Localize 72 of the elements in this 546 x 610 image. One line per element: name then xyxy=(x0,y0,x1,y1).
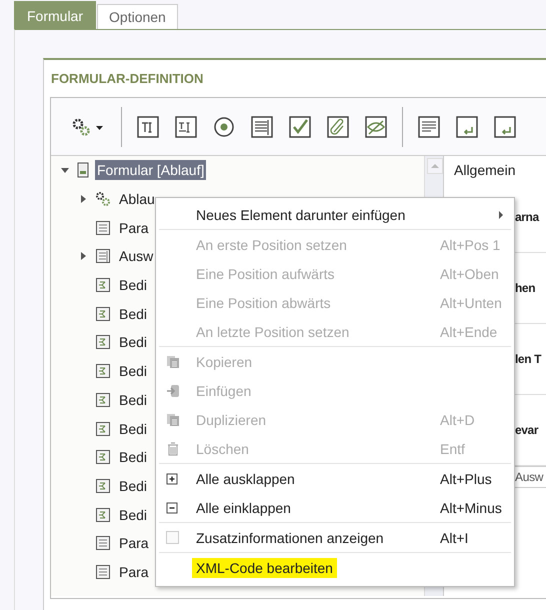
menu-item[interactable]: Neues Element darunter einfügen xyxy=(192,204,410,224)
copy-icon xyxy=(166,412,180,426)
collapse-arrow-icon[interactable] xyxy=(60,165,70,176)
enter-arrow-icon xyxy=(166,384,180,398)
details-tab[interactable]: Allgemein xyxy=(444,156,546,182)
tree-item[interactable]: Bedi xyxy=(117,447,150,468)
table-icon[interactable] xyxy=(250,114,274,138)
tree-item[interactable]: Bedi xyxy=(117,361,150,382)
menu-item[interactable]: Alle einklappen xyxy=(192,498,295,518)
expand-arrow-icon[interactable] xyxy=(78,194,88,204)
gears-icon xyxy=(95,191,111,208)
radio-icon[interactable] xyxy=(212,114,236,138)
field-label: evar xyxy=(515,423,538,437)
menu-item[interactable]: Alle ausklappen xyxy=(192,468,299,488)
tree-item[interactable]: Formular [Ablauf] xyxy=(95,160,206,180)
expand-arrow-icon[interactable] xyxy=(78,251,88,262)
shortcut-text: Alt+Ende xyxy=(440,324,498,340)
shortcut-text: Alt+Unten xyxy=(440,294,503,310)
enter-arrow-icon[interactable] xyxy=(493,114,517,138)
tree-item[interactable]: Ausw xyxy=(117,246,156,266)
branch-icon xyxy=(95,449,111,466)
field-label: arna xyxy=(515,210,539,224)
branch-icon xyxy=(95,420,111,437)
trash-icon xyxy=(166,442,180,456)
menu-item[interactable]: Zusatzinformationen anzeigen xyxy=(192,528,388,548)
branch-icon xyxy=(95,506,111,523)
tree-item[interactable]: Bedi xyxy=(117,304,150,324)
tree-item[interactable]: Para xyxy=(117,533,151,554)
checkbox-icon[interactable] xyxy=(288,114,312,138)
tab[interactable]: Optionen xyxy=(97,4,178,29)
branch-icon xyxy=(95,392,111,408)
tree-item[interactable]: Bedi xyxy=(117,504,150,525)
branch-icon xyxy=(95,363,111,380)
hidden-eye-icon[interactable] xyxy=(364,114,388,138)
text-field-icon[interactable] xyxy=(136,114,160,138)
text-area-icon[interactable] xyxy=(174,114,198,138)
copy-icon xyxy=(166,354,180,368)
tree-item[interactable]: Para xyxy=(117,562,151,582)
document-icon xyxy=(95,220,111,236)
expand-all-icon xyxy=(166,472,178,484)
shortcut-text: Alt+D xyxy=(440,412,476,428)
field-label: hen xyxy=(515,281,536,295)
tree-item[interactable]: Bedi xyxy=(117,332,150,352)
panel-title: FORMULAR-DEFINITION xyxy=(50,70,204,88)
paperclip-icon[interactable] xyxy=(326,114,350,138)
branch-icon xyxy=(95,478,111,494)
tree-item[interactable]: Para xyxy=(117,218,151,238)
gears-dropdown-button[interactable] xyxy=(71,116,105,136)
branch-icon xyxy=(95,334,111,350)
tree-item[interactable]: Bedi xyxy=(117,275,150,296)
form-icon xyxy=(77,162,89,178)
tree-item[interactable]: Ablau xyxy=(117,189,157,210)
shortcut-text: Alt+Pos 1 xyxy=(440,236,502,252)
tree-item[interactable]: Bedi xyxy=(117,476,150,496)
document-icon xyxy=(95,535,111,552)
shortcut-text: Alt+Oben xyxy=(440,266,500,282)
table-icon xyxy=(95,248,111,264)
tree-item[interactable]: Bedi xyxy=(117,418,150,439)
collapse-all-icon xyxy=(166,502,178,514)
field-label: len T xyxy=(515,352,542,366)
branch-icon xyxy=(95,277,111,294)
shortcut-text: Alt+Plus xyxy=(440,470,493,486)
enter-arrow-icon[interactable] xyxy=(455,114,479,138)
tree-item[interactable]: Bedi xyxy=(117,390,150,410)
document-icon xyxy=(95,564,111,580)
paragraph-icon[interactable] xyxy=(417,114,441,138)
checkbox[interactable] xyxy=(166,531,179,544)
shortcut-text: Alt+I xyxy=(440,530,470,546)
branch-icon xyxy=(95,306,111,322)
shortcut-text: Alt+Minus xyxy=(440,500,503,516)
menu-item[interactable]: XML-Code bearbeiten xyxy=(192,558,337,578)
shortcut-text: Entf xyxy=(440,440,466,456)
